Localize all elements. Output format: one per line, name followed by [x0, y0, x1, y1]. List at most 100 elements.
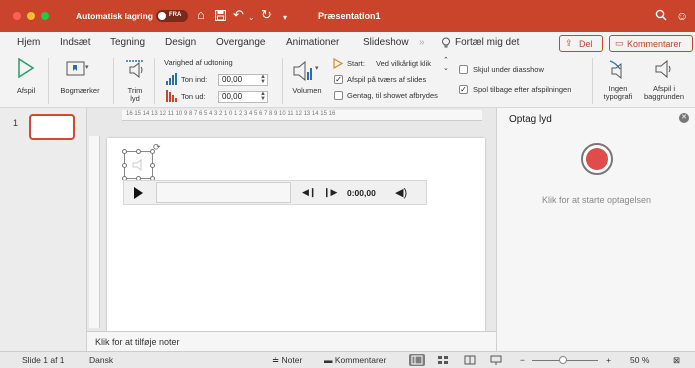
notes-placeholder: Klik for at tilføje noter [95, 337, 180, 347]
skip-forward-icon[interactable]: ❙▶ [323, 187, 337, 198]
tab-tegning[interactable]: Tegning [110, 37, 145, 48]
slide-thumbnails-pane: 1 [0, 108, 87, 351]
normal-view-button[interactable] [409, 354, 425, 366]
comment-icon: ▭ [615, 38, 624, 48]
close-window-button[interactable] [13, 12, 21, 20]
spinner-arrows-icon[interactable]: ▲ ▼ [260, 91, 266, 102]
book-icon [464, 355, 476, 365]
ribbon-divider [48, 58, 49, 104]
fade-in-value: 00,00 [222, 75, 243, 84]
tab-hjem[interactable]: Hjem [17, 37, 40, 48]
slide-thumbnail[interactable] [29, 114, 75, 140]
slide-sorter-view-button[interactable] [435, 354, 451, 366]
skip-back-icon[interactable]: ◀❙ [302, 187, 316, 198]
audio-object[interactable]: ⟳ [122, 142, 161, 181]
reading-view-button[interactable] [462, 354, 478, 366]
zoom-out-icon[interactable]: − [520, 355, 525, 365]
tab-overgange[interactable]: Overgange [216, 37, 265, 48]
loop-label: Gentag, til showet afbrydes [347, 91, 438, 100]
home-icon[interactable]: ⌂ [197, 8, 205, 22]
play-icon [18, 58, 35, 78]
comments-button[interactable]: ▭ Kommentarer [609, 35, 693, 52]
rewind-after-playing-checkbox[interactable]: ✓ [459, 85, 468, 94]
more-tabs-icon[interactable]: » [419, 37, 425, 48]
comments-label: Kommentarer [627, 39, 682, 49]
ribbon-divider [113, 58, 114, 104]
start-dropdown[interactable]: Ved vilkårligt klik [376, 60, 431, 68]
play-across-slides-checkbox[interactable]: ✓ [334, 75, 343, 84]
ruler-ticks: 16 15 14 13 12 11 10 9 8 7 6 5 4 3 2 1 0… [126, 111, 336, 117]
audio-progress-bar[interactable] [156, 182, 291, 203]
tab-slideshow[interactable]: Slideshow [363, 37, 409, 48]
status-bar: Slide 1 af 1 Dansk ≐ Noter ▬ Kommentarer… [0, 351, 695, 368]
slide-editor: 16 15 14 13 12 11 10 9 8 7 6 5 4 3 2 1 0… [87, 108, 496, 351]
record-hint: Klik for at starte optagelsen [541, 195, 652, 205]
search-icon[interactable] [655, 9, 667, 21]
hide-during-show-checkbox[interactable] [459, 65, 468, 74]
horizontal-ruler: 16 15 14 13 12 11 10 9 8 7 6 5 4 3 2 1 0… [122, 110, 482, 121]
speaker-icon [655, 59, 671, 79]
zoom-slider-handle[interactable] [559, 356, 567, 364]
notes-toggle[interactable]: ≐ Noter [272, 355, 302, 366]
fit-to-window-icon[interactable]: ⊠ [673, 355, 680, 366]
tab-design[interactable]: Design [165, 37, 196, 48]
play-in-background-label-2: baggrunden [643, 92, 685, 101]
fade-in-input[interactable]: 00,00 ▲ ▼ [218, 74, 268, 86]
share-button[interactable]: ⇪ Del [559, 35, 603, 52]
normal-view-icon [411, 355, 423, 365]
autosave-toggle[interactable]: FRA [156, 10, 188, 22]
trim-icon [126, 60, 144, 79]
resize-handle[interactable] [150, 163, 155, 168]
resize-handle[interactable] [122, 163, 127, 168]
autosave-label: Automatisk lagring [76, 11, 153, 21]
loop-checkbox[interactable] [334, 91, 343, 100]
rewind-after-playing-label: Spol tilbage efter afspilningen [473, 85, 572, 94]
undo-icon[interactable]: ↶ [233, 8, 244, 22]
comment-icon: ▬ [324, 355, 333, 365]
notes-toggle-label: Noter [281, 355, 303, 365]
minimize-window-button[interactable] [27, 12, 35, 20]
redo-icon[interactable]: ↻ [261, 8, 272, 22]
audio-speaker-icon [132, 159, 142, 171]
close-icon[interactable]: ✕ [679, 113, 689, 123]
player-volume-icon[interactable]: ◀) [395, 186, 407, 199]
player-play-icon[interactable] [134, 187, 143, 199]
tab-indsaet[interactable]: Indsæt [60, 37, 91, 48]
autosave-state: FRA [169, 12, 182, 18]
bookmarks-label: Bogmærker [60, 86, 100, 95]
chevron-down-icon[interactable]: ⌄ [248, 11, 255, 25]
ribbon-divider [154, 58, 155, 104]
title-bar: Automatisk lagring FRA ⌂ ↶ ⌄ ↻ ▾ Præsent… [0, 0, 695, 32]
fade-out-input[interactable]: 00,00 ▲ ▼ [218, 91, 268, 103]
audio-time: 0:00,00 [347, 188, 376, 198]
zoom-in-icon[interactable]: + [606, 355, 611, 365]
no-style-icon [609, 60, 622, 80]
start-icon [333, 58, 343, 69]
notes-bar[interactable]: Klik for at tilføje noter [87, 331, 496, 351]
ribbon-playback: Afspil ▾ Bogmærker Trim lyd Varighed af … [0, 54, 695, 108]
resize-handle[interactable] [150, 149, 155, 154]
customize-toolbar-icon[interactable]: ▾ [283, 11, 287, 25]
grid-icon [438, 356, 448, 364]
comments-toggle[interactable]: ▬ Kommentarer [324, 355, 386, 365]
fade-in-label: Ton ind: [181, 75, 208, 84]
fade-out-icon [166, 90, 177, 102]
tab-animationer[interactable]: Animationer [286, 37, 339, 48]
share-icon: ⇪ [565, 38, 573, 48]
save-icon[interactable] [215, 10, 226, 21]
start-dropdown-arrow-icon[interactable]: ⌃ ⌄ [443, 57, 449, 73]
play-across-slides-label: Afspil på tværs af slides [347, 75, 427, 84]
document-title: Præsentation1 [318, 11, 381, 21]
resize-handle[interactable] [122, 149, 127, 154]
tell-me-search[interactable]: Fortæl mig det [455, 37, 519, 48]
slide-info: Slide 1 af 1 [22, 355, 65, 365]
zoom-level[interactable]: 50 % [630, 355, 649, 365]
zoom-window-button[interactable] [41, 12, 49, 20]
record-button[interactable] [581, 143, 613, 175]
spinner-arrows-icon[interactable]: ▲ ▼ [260, 74, 266, 85]
slide-canvas[interactable]: ⟳ ◀❙ ❙▶ 0:00,00 ◀) [107, 138, 485, 331]
language-indicator[interactable]: Dansk [89, 355, 113, 365]
slideshow-view-button[interactable] [488, 354, 504, 366]
help-icon[interactable]: ☺ [676, 9, 688, 23]
resize-handle[interactable] [136, 149, 141, 154]
